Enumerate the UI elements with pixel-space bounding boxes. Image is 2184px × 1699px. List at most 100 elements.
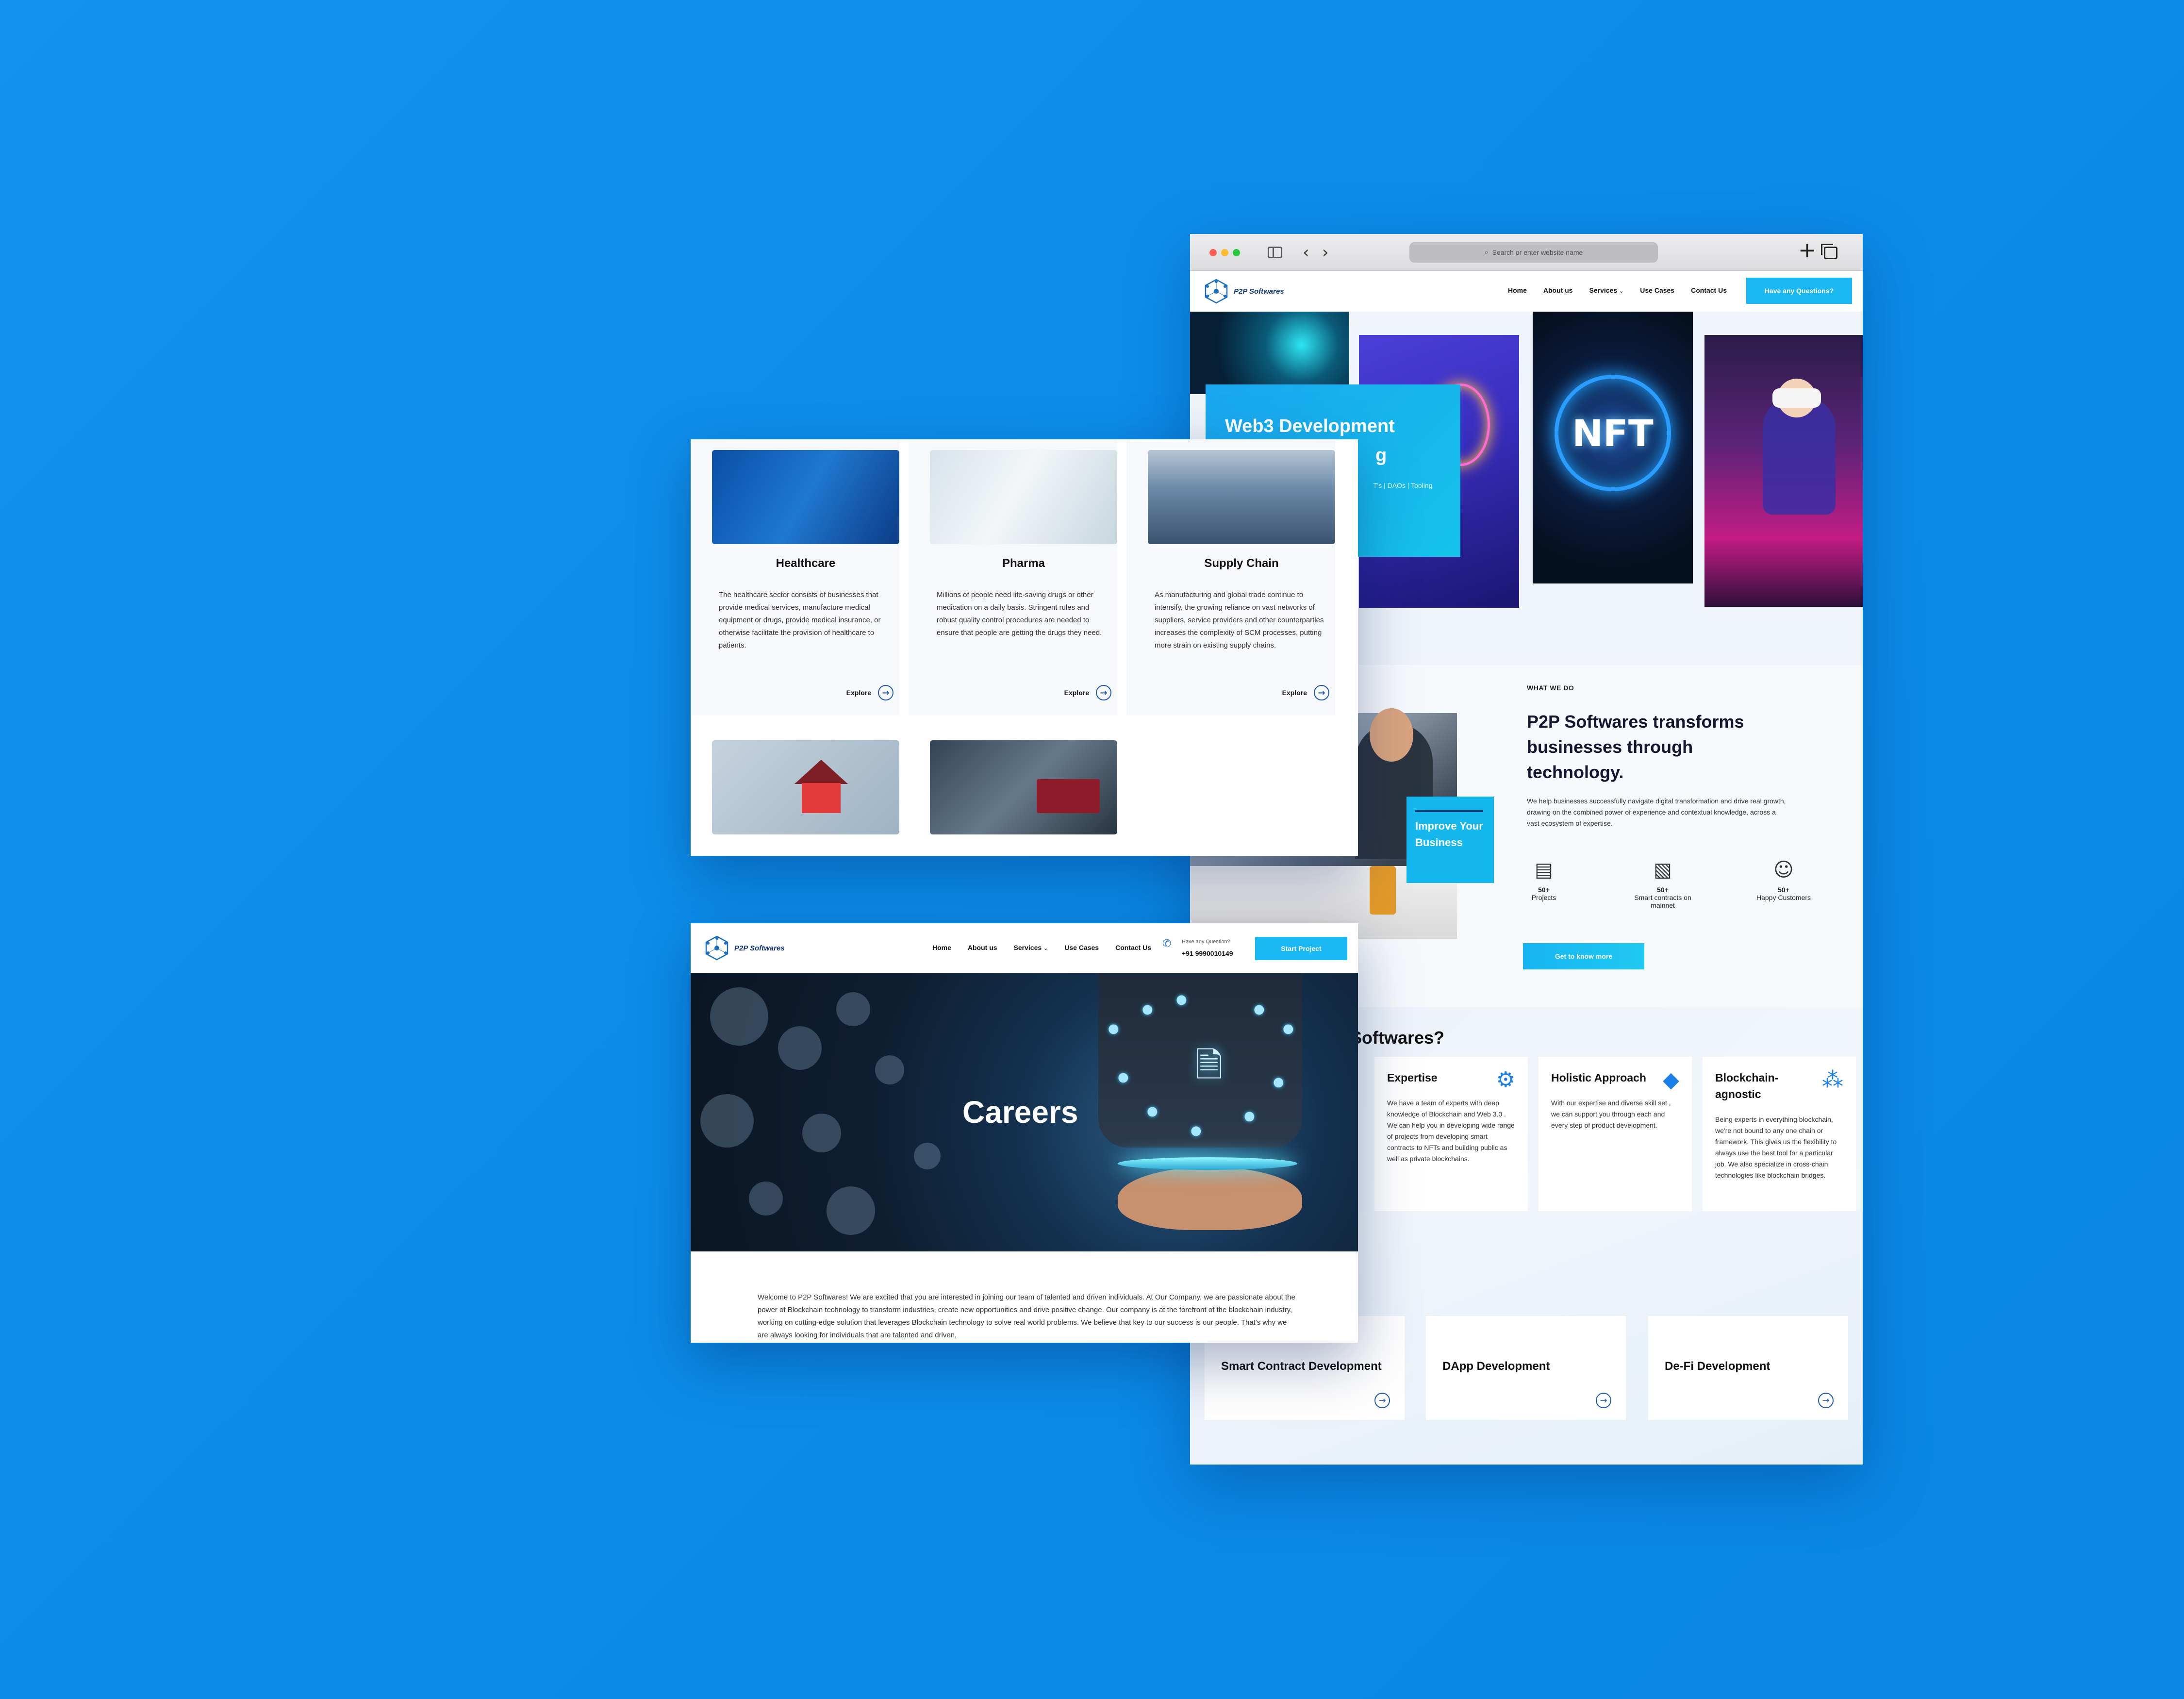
bokeh-light <box>875 1055 904 1084</box>
holistic-icon: ◆ <box>1663 1067 1679 1092</box>
address-bar[interactable]: ⌕ Search or enter website name <box>1409 242 1658 263</box>
industry-card-real-estate <box>691 740 899 856</box>
service-title: Smart Contract Development <box>1221 1360 1382 1373</box>
forward-arrow-icon[interactable]: › <box>1322 243 1329 262</box>
network-icon: ⁂ <box>1822 1067 1843 1092</box>
person-node-icon: ● <box>1283 1021 1294 1036</box>
projects-icon: ▤ <box>1535 859 1553 881</box>
vr-headset-shape <box>1772 388 1821 408</box>
nav-use-cases[interactable]: Use Cases <box>1640 286 1674 294</box>
hero-title-line1: Web3 Development <box>1225 416 1395 436</box>
main-menu: Home About us Services ⌄ Use Cases Conta… <box>932 944 1151 951</box>
browser-toolbar: ‹ › ⌕ Search or enter website name + <box>1190 234 1863 271</box>
get-to-know-more-button[interactable]: Get to know more <box>1523 943 1644 969</box>
bokeh-light <box>710 987 768 1046</box>
logo-text: P2P Softwares <box>1234 287 1284 296</box>
stat-customers: ☺ 50+ Happy Customers <box>1752 859 1815 901</box>
industry-card-pharma: Pharma Millions of people need life-savi… <box>909 439 1117 715</box>
tab-overview-icon[interactable] <box>1821 244 1837 259</box>
feature-text: With our expertise and diverse skill set… <box>1551 1099 1671 1129</box>
service-card-defi[interactable]: De-Fi Development → <box>1648 1316 1848 1420</box>
bokeh-light <box>802 1114 841 1152</box>
sidebar-toggle-icon[interactable] <box>1268 247 1282 258</box>
nav-services[interactable]: Services ⌄ <box>1014 944 1048 951</box>
questions-button[interactable]: Have any Questions? <box>1746 278 1852 304</box>
arrow-right-icon[interactable]: → <box>1374 1393 1390 1408</box>
stat-value: 50+ <box>1538 886 1550 894</box>
person-node-icon: ● <box>1254 1002 1265 1016</box>
real-estate-image <box>712 740 899 834</box>
nav-about[interactable]: About us <box>968 944 997 951</box>
nav-contact[interactable]: Contact Us <box>1115 944 1151 951</box>
arrow-right-icon[interactable]: → <box>1596 1393 1611 1408</box>
person-node-icon: ● <box>1176 992 1187 1007</box>
nft-image: NFT <box>1533 312 1693 583</box>
feature-title: Expertise <box>1387 1071 1438 1084</box>
wall-shape <box>802 783 841 813</box>
careers-panel: P2P Softwares Home About us Services ⌄ U… <box>691 923 1358 1343</box>
careers-header: P2P Softwares Home About us Services ⌄ U… <box>691 923 1358 973</box>
why-heading: Softwares? <box>1350 1028 1445 1048</box>
close-window-button[interactable] <box>1209 249 1217 256</box>
main-menu: Home About us Services ⌄ Use Cases Conta… <box>1508 286 1727 294</box>
industry-title: Healthcare <box>776 557 836 570</box>
stat-contracts: ▧ 50+ Smart contracts on mainnet <box>1629 859 1697 909</box>
stat-projects: ▤ 50+ Projects <box>1512 859 1575 901</box>
nft-ring: NFT <box>1555 375 1671 491</box>
service-title: DApp Development <box>1442 1360 1550 1373</box>
section-label: WHAT WE DO <box>1527 684 1574 692</box>
stat-label: Happy Customers <box>1756 894 1811 901</box>
call-info[interactable]: Have any Question? +91 9990010149 <box>1182 936 1233 959</box>
person-node-icon: ● <box>1108 1021 1119 1036</box>
start-project-button[interactable]: Start Project <box>1255 937 1347 960</box>
nav-home[interactable]: Home <box>932 944 951 951</box>
phone-number: +91 9990010149 <box>1182 949 1233 957</box>
improve-business-badge: Improve Your Business <box>1406 797 1494 883</box>
person-node-icon: ● <box>1147 1104 1158 1118</box>
coffee-cup-shape <box>1370 866 1396 915</box>
explore-link[interactable]: Explore → <box>846 685 893 700</box>
bokeh-light <box>700 1094 754 1148</box>
back-arrow-icon[interactable]: ‹ <box>1303 243 1309 262</box>
maximize-window-button[interactable] <box>1233 249 1240 256</box>
arrow-right-icon[interactable]: → <box>1818 1393 1834 1408</box>
stat-value: 50+ <box>1657 886 1669 894</box>
chevron-down-icon: ⌄ <box>1043 945 1048 951</box>
arrow-right-icon: → <box>878 685 893 700</box>
person-node-icon: ● <box>1244 1109 1255 1123</box>
explore-link[interactable]: Explore → <box>1064 685 1111 700</box>
stat-label: Projects <box>1531 894 1556 901</box>
nav-services[interactable]: Services ⌄ <box>1589 286 1624 294</box>
feature-title: Blockchain-agnostic <box>1715 1071 1779 1100</box>
service-card-dapp[interactable]: DApp Development → <box>1426 1316 1626 1420</box>
bokeh-light <box>836 992 870 1026</box>
explore-label: Explore <box>1064 689 1089 697</box>
industries-panel: Healthcare The healthcare sector consist… <box>691 439 1358 856</box>
call-label: Have any Question? <box>1182 939 1230 945</box>
logo-text: P2P Softwares <box>734 944 785 952</box>
site-logo[interactable]: P2P Softwares <box>1203 278 1284 305</box>
roof-shape <box>794 760 848 784</box>
nft-text: NFT <box>1572 411 1654 455</box>
nav-use-cases[interactable]: Use Cases <box>1064 944 1099 951</box>
pharma-image <box>930 450 1117 544</box>
nav-home[interactable]: Home <box>1508 286 1527 294</box>
industry-title: Supply Chain <box>1204 557 1279 570</box>
minimize-window-button[interactable] <box>1221 249 1228 256</box>
person-node-icon: ● <box>1142 1002 1153 1016</box>
careers-intro: Welcome to P2P Softwares! We are excited… <box>758 1293 1295 1339</box>
nav-about[interactable]: About us <box>1543 286 1573 294</box>
site-logo[interactable]: P2P Softwares <box>703 934 785 962</box>
hand-shape <box>1118 1167 1302 1230</box>
house-shape <box>794 760 848 813</box>
nav-contact[interactable]: Contact Us <box>1691 286 1727 294</box>
logo-hex-icon <box>705 935 728 961</box>
feature-title: Holistic Approach <box>1551 1071 1646 1084</box>
customers-icon: ☺ <box>1773 859 1794 881</box>
expertise-icon: ⚙ <box>1496 1067 1515 1092</box>
stat-label: Smart contracts on mainnet <box>1634 894 1691 909</box>
stat-value: 50+ <box>1778 886 1789 894</box>
new-tab-icon[interactable]: + <box>1798 238 1816 263</box>
healthcare-image <box>712 450 899 544</box>
explore-link[interactable]: Explore → <box>1282 685 1329 700</box>
